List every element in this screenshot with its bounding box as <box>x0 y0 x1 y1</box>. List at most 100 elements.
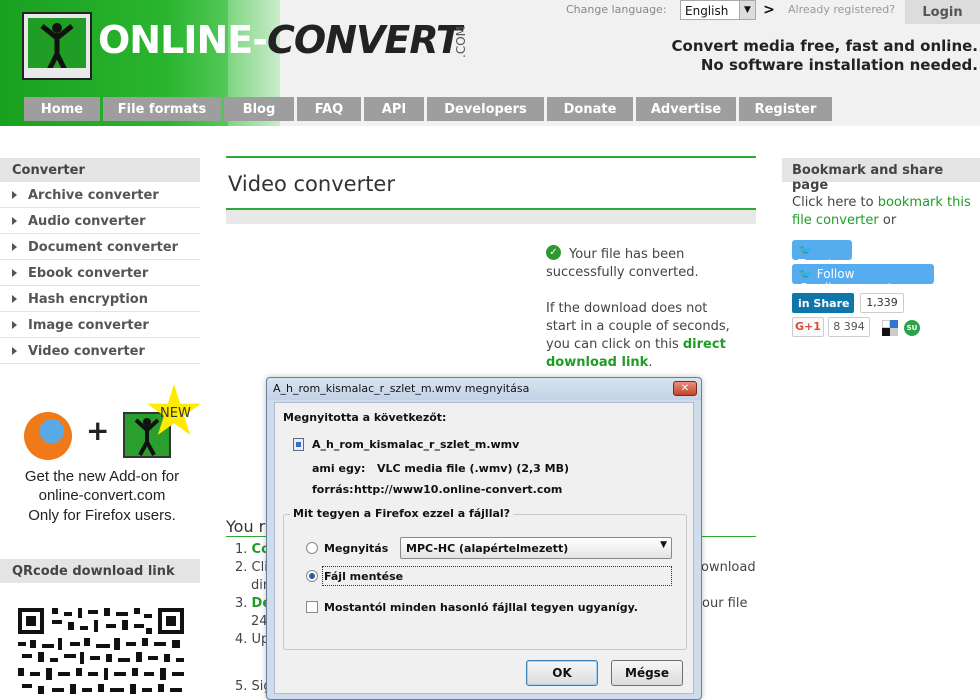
firefox-icon[interactable] <box>24 412 72 460</box>
title-top-rule <box>226 156 756 158</box>
logo-suffix: .COM <box>454 26 468 58</box>
step-1: 1. Co <box>235 542 270 557</box>
nav-donate[interactable]: Donate <box>547 97 633 121</box>
sidebar-item-archive-converter[interactable]: Archive converter <box>0 182 200 208</box>
sidebar-item-audio-converter[interactable]: Audio converter <box>0 208 200 234</box>
nav-faq[interactable]: FAQ <box>297 97 361 121</box>
bookmark-text: Click here to bookmark this file convert… <box>792 194 972 230</box>
google-plus-count: 8 394 <box>828 317 870 337</box>
cancel-button[interactable]: Mégse <box>611 660 683 686</box>
tagline-line-1: Convert media free, fast and online. <box>671 37 979 55</box>
action-group: Mit tegyen a Firefox ezzel a fájllal? Me… <box>283 507 687 650</box>
nav-developers[interactable]: Developers <box>427 97 544 121</box>
tweet-button[interactable]: 🐦 Tweet <box>792 240 852 271</box>
nav-register[interactable]: Register <box>739 97 832 121</box>
nav-api[interactable]: API <box>364 97 424 121</box>
linkedin-share-button[interactable]: in Share <box>792 293 854 313</box>
linkedin-share-count: 1,339 <box>860 293 904 313</box>
logo-wordmark[interactable]: ONLINE-CONVERT <box>98 18 462 62</box>
sidebar-item-label: Image converter <box>28 318 149 333</box>
check-icon: ✓ <box>546 245 561 260</box>
dialog-titlebar[interactable]: A_h_rom_kismalac_r_szlet_m.wmv megnyitás… <box>267 378 701 400</box>
direct-download-link-b[interactable]: download link <box>546 355 648 370</box>
plus-sign: + <box>86 414 110 447</box>
save-file-label: Fájl mentése <box>324 570 404 583</box>
sidebar-item-document-converter[interactable]: Document converter <box>0 234 200 260</box>
action-question: Mit tegyen a Firefox ezzel a fájllal? <box>290 507 514 520</box>
ok-button[interactable]: OK <box>526 660 598 686</box>
logo-icon[interactable] <box>22 12 92 80</box>
file-type-value: VLC media file (.wmv) (2,3 MB) <box>377 462 570 475</box>
sidebar-item-label: Hash encryption <box>28 292 148 307</box>
download-line-3: you can click on this direct <box>546 337 726 352</box>
bookmark-prefix: Click here to <box>792 195 878 210</box>
login-button[interactable]: Login <box>905 0 980 24</box>
delicious-cell <box>890 320 898 328</box>
nav-home[interactable]: Home <box>24 97 100 121</box>
follow-button[interactable]: 🐦 Follow @onlineconvert <box>792 264 934 295</box>
remember-label[interactable]: Mostantól minden hasonló fájllal tegyen … <box>324 601 638 614</box>
step-number: 4. <box>235 632 248 647</box>
step-3-right-text: our file <box>702 596 748 611</box>
stumbleupon-icon[interactable]: SU <box>904 320 920 336</box>
nav-blog[interactable]: Blog <box>224 97 294 121</box>
step-number: 2. <box>235 560 248 575</box>
qr-code-icon <box>18 608 184 694</box>
save-file-focus-row[interactable]: Fájl mentése <box>322 566 672 586</box>
chevron-down-icon: ▼ <box>739 1 755 19</box>
new-badge-label: NEW <box>160 406 191 421</box>
delicious-cell <box>882 328 890 336</box>
step-4: 4. Up <box>235 632 269 647</box>
step-number: 1. <box>235 542 248 557</box>
triangle-right-icon <box>12 321 17 329</box>
delicious-cell <box>882 320 890 328</box>
direct-download-link-a[interactable]: direct <box>683 337 726 352</box>
google-plus-button[interactable]: G+1 <box>792 317 824 337</box>
open-with-label[interactable]: Megnyitás <box>324 542 388 555</box>
logo-wordmark-left: ONLINE- <box>98 18 268 62</box>
success-line-1: Your file has been <box>569 247 685 262</box>
page-title: Video converter <box>228 172 395 196</box>
close-icon[interactable]: ✕ <box>673 381 697 396</box>
language-select-value: English <box>685 4 729 18</box>
converter-heading: Converter <box>0 158 200 182</box>
sidebar-item-ebook-converter[interactable]: Ebook converter <box>0 260 200 286</box>
download-line-4: download link. <box>546 355 652 370</box>
change-language-label: Change language: <box>566 3 667 16</box>
download-period: . <box>648 355 653 370</box>
step-number: 3. <box>235 596 248 611</box>
save-file-radio[interactable] <box>306 570 318 582</box>
sidebar-item-label: Document converter <box>28 240 179 255</box>
sidebar-item-video-converter[interactable]: Video converter <box>0 338 200 364</box>
addon-line-3: Only for Firefox users. <box>28 507 176 524</box>
nav-advertise[interactable]: Advertise <box>636 97 736 121</box>
tagline-line-2: No software installation needed. <box>700 56 978 74</box>
application-select-value: MPC-HC (alapértelmezett) <box>406 542 569 555</box>
dialog-title: A_h_rom_kismalac_r_szlet_m.wmv megnyitás… <box>273 382 530 395</box>
bookmark-suffix: or <box>878 213 897 228</box>
addon-line-1: Get the new Add-on for <box>24 468 180 485</box>
triangle-right-icon <box>12 217 17 225</box>
remember-checkbox[interactable] <box>306 601 318 613</box>
triangle-right-icon <box>12 191 17 199</box>
language-go-button[interactable]: > <box>760 2 778 22</box>
sidebar-item-label: Video converter <box>28 344 145 359</box>
qr-code-image <box>18 608 184 700</box>
sidebar-item-image-converter[interactable]: Image converter <box>0 312 200 338</box>
nav-file-formats[interactable]: File formats <box>103 97 221 121</box>
dialog-body: Megnyitotta a következőt: A_h_rom_kismal… <box>274 402 694 694</box>
delicious-icon[interactable] <box>882 320 898 336</box>
language-select[interactable]: English ▼ <box>680 0 756 20</box>
file-icon <box>293 438 304 451</box>
opened-label: Megnyitotta a következőt: <box>283 411 447 424</box>
step-number: 5. <box>235 679 248 694</box>
success-line-2: successfully converted. <box>546 265 699 280</box>
open-with-radio[interactable] <box>306 542 318 554</box>
delicious-cell <box>890 328 898 336</box>
sidebar-item-hash-encryption[interactable]: Hash encryption <box>0 286 200 312</box>
application-select[interactable]: MPC-HC (alapértelmezett) ▼ <box>400 537 672 559</box>
figure-icon <box>28 23 86 74</box>
logo-wordmark-right: CONVERT <box>267 18 462 62</box>
open-file-dialog[interactable]: A_h_rom_kismalac_r_szlet_m.wmv megnyitás… <box>266 377 702 700</box>
title-band <box>226 210 756 224</box>
